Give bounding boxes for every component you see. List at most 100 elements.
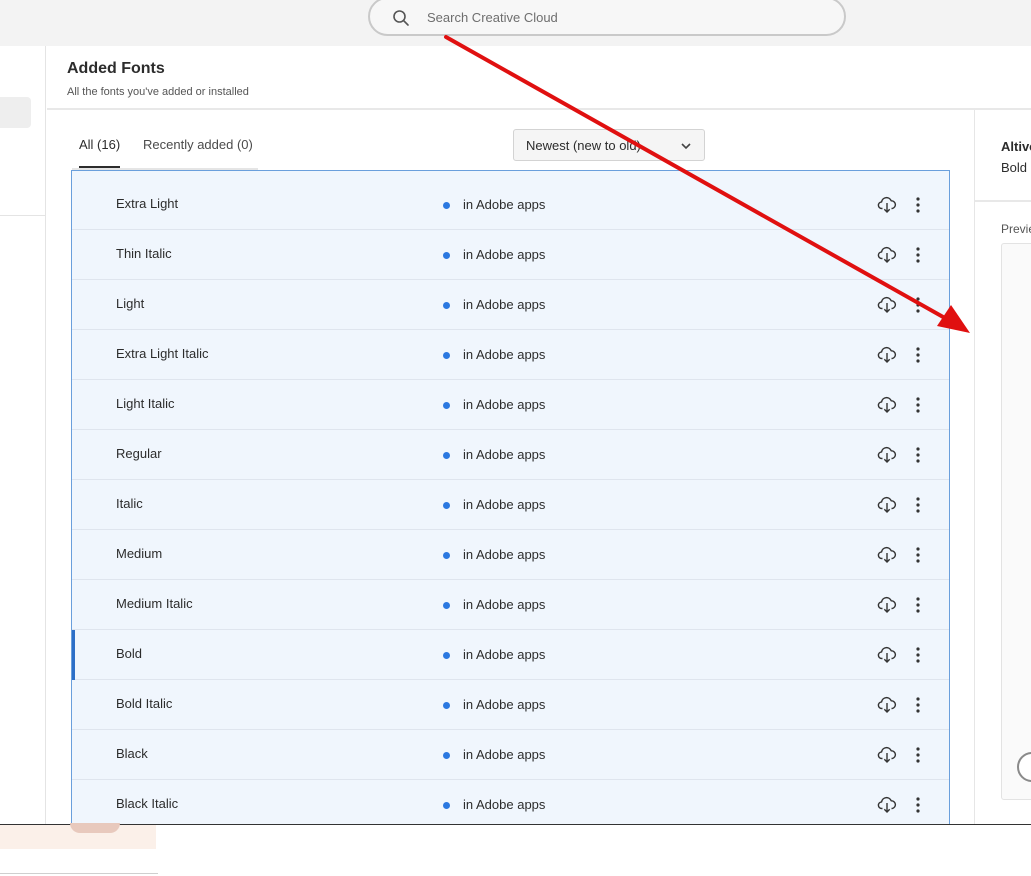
sidebar-divider [0,215,46,216]
font-style-label: Thin Italic [116,246,172,261]
selection-indicator [72,630,75,680]
search-placeholder: Search Creative Cloud [427,10,558,25]
page-header: Added Fonts All the fonts you've added o… [47,46,1031,110]
background-divider [0,873,158,874]
more-vertical-icon[interactable] [912,495,924,515]
font-list: Extra Light in Adobe apps Thin Italic in Ad… [71,170,950,825]
font-style-label: Light [116,296,145,311]
more-vertical-icon[interactable] [912,345,924,365]
cloud-download-icon[interactable] [877,444,897,464]
cloud-download-icon[interactable] [877,744,897,764]
sidebar-item-selected[interactable] [0,97,31,128]
more-vertical-icon[interactable] [912,595,924,615]
cloud-download-icon[interactable] [877,344,897,364]
font-status: in Adobe apps [463,547,546,562]
status-dot [443,352,450,359]
cloud-download-icon[interactable] [877,244,897,264]
preview-box [1001,243,1031,800]
font-status: in Adobe apps [463,697,546,712]
status-dot [443,552,450,559]
font-row[interactable]: Black Italic in Adobe apps [72,780,949,825]
font-status: in Adobe apps [463,347,546,362]
status-dot [443,302,450,309]
search-input[interactable]: Search Creative Cloud [368,0,846,36]
font-row[interactable]: Extra Light Italic in Adobe apps [72,330,949,380]
font-style-label: Medium Italic [116,596,193,611]
font-family-name: Altivo [1001,139,1031,154]
more-vertical-icon[interactable] [912,695,924,715]
status-dot [443,252,450,259]
sort-dropdown[interactable]: Newest (new to old) [513,129,705,161]
page-title: Added Fonts [67,60,165,77]
font-detail-panel: Altivo Bold Previe [974,110,1031,825]
page-subtitle: All the fonts you've added or installed [67,86,249,98]
left-sidebar [0,46,46,825]
font-status: in Adobe apps [463,247,546,262]
cloud-download-icon[interactable] [877,794,897,814]
font-style-label: Medium [116,546,163,561]
status-dot [443,452,450,459]
font-row[interactable]: Extra Light in Adobe apps [72,180,949,230]
font-style-label: Extra Light Italic [116,346,209,361]
font-style-name: Bold [1001,160,1028,175]
font-row[interactable]: Italic in Adobe apps [72,480,949,530]
font-status: in Adobe apps [463,497,546,512]
cloud-download-icon[interactable] [877,644,897,664]
cloud-download-icon[interactable] [877,394,897,414]
tab-all[interactable]: All (16) [79,137,121,168]
font-row[interactable]: Light in Adobe apps [72,280,949,330]
font-status: in Adobe apps [463,447,546,462]
search-icon [393,10,409,26]
font-row[interactable]: Light Italic in Adobe apps [72,380,949,430]
tab-recently-added[interactable]: Recently added (0) [143,137,253,152]
status-dot [443,602,450,609]
detail-divider [975,200,1031,202]
top-bar: Search Creative Cloud [0,0,1031,46]
font-style-label: Italic [116,496,143,511]
background-thumbnail [0,823,156,849]
font-style-label: Bold Italic [116,696,173,711]
font-row[interactable]: Regular in Adobe apps [72,430,949,480]
cloud-download-icon[interactable] [877,494,897,514]
font-status: in Adobe apps [463,297,546,312]
status-dot [443,752,450,759]
status-dot [443,652,450,659]
font-style-label: Regular [116,446,162,461]
font-style-label: Bold [116,646,143,661]
more-vertical-icon[interactable] [912,545,924,565]
font-status: in Adobe apps [463,747,546,762]
more-vertical-icon[interactable] [912,245,924,265]
cloud-download-icon[interactable] [877,694,897,714]
font-row[interactable]: Bold in Adobe apps [72,630,949,680]
status-dot [443,202,450,209]
font-row[interactable]: Medium in Adobe apps [72,530,949,580]
font-status: in Adobe apps [463,797,546,812]
more-vertical-icon[interactable] [912,395,924,415]
font-row[interactable]: Black in Adobe apps [72,730,949,780]
sort-selected-value: Newest (new to old) [526,138,641,153]
more-vertical-icon[interactable] [912,795,924,815]
chevron-down-icon [681,143,691,150]
font-status: in Adobe apps [463,397,546,412]
font-status: in Adobe apps [463,197,546,212]
status-dot [443,702,450,709]
cloud-download-icon[interactable] [877,594,897,614]
status-dot [443,802,450,809]
more-vertical-icon[interactable] [912,645,924,665]
cloud-download-icon[interactable] [877,544,897,564]
font-style-label: Black [116,746,148,761]
app-window: Search Creative Cloud Added Fonts All th… [0,0,1031,825]
font-row[interactable]: Bold Italic in Adobe apps [72,680,949,730]
more-vertical-icon[interactable] [912,445,924,465]
cloud-download-icon[interactable] [877,294,897,314]
status-dot [443,402,450,409]
more-vertical-icon[interactable] [912,745,924,765]
font-row[interactable]: Thin Italic in Adobe apps [72,230,949,280]
thumbnail-shape [70,823,120,833]
font-style-label: Extra Light [116,196,179,211]
more-vertical-icon[interactable] [912,195,924,215]
more-vertical-icon[interactable] [912,295,924,315]
font-row[interactable]: Medium Italic in Adobe apps [72,580,949,630]
cloud-download-icon[interactable] [877,194,897,214]
preview-label: Previe [1001,222,1031,236]
